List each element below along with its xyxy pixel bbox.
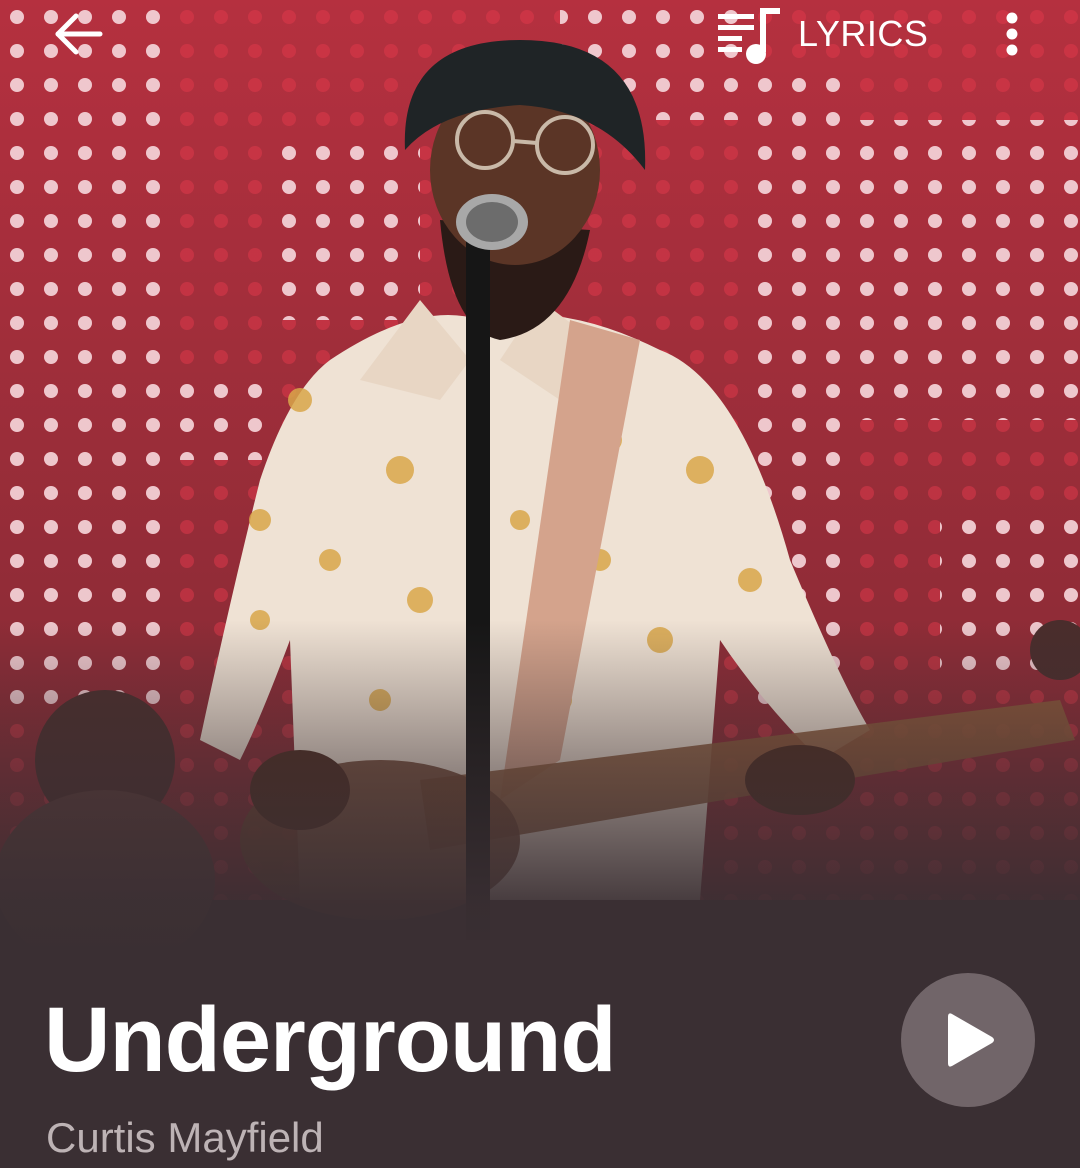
lyrics-label: LYRICS [798,13,929,54]
artist-name[interactable]: Curtis Mayfield [46,1110,324,1166]
arrow-left-icon [55,13,103,55]
more-options-button[interactable] [992,6,1032,62]
song-title: Underground [44,989,617,1091]
lyrics-note-icon [718,8,780,64]
play-icon [948,1013,994,1067]
back-button[interactable] [48,6,108,62]
lyrics-button[interactable]: LYRICS [712,2,932,66]
top-app-bar: LYRICS [0,0,1080,70]
play-button[interactable] [901,973,1035,1107]
more-vert-icon [1006,12,1018,56]
